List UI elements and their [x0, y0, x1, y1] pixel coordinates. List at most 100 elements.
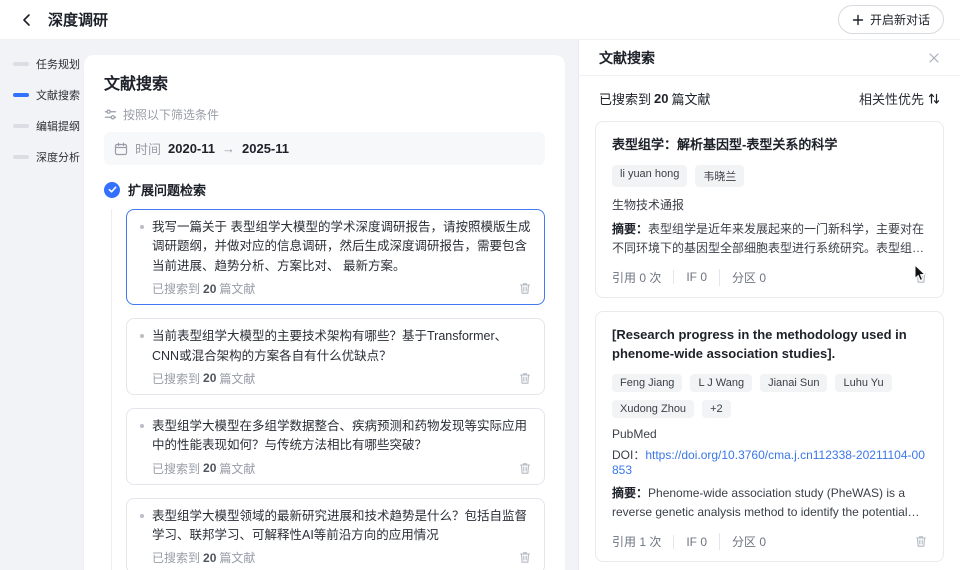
step-sidebar: 任务规划 文献搜索 编辑提纲 深度分析: [0, 40, 82, 570]
results-panel-header: 文献搜索: [579, 40, 960, 76]
filter-icon: [104, 108, 117, 121]
paper-stats: 引用 0 次 IF 0 分区 0: [612, 269, 927, 286]
step-task-planning[interactable]: 任务规划: [13, 56, 82, 72]
query-card[interactable]: 我写一篇关于 表型组学大模型的学术深度调研报告，请按照模版生成调研题纲，并做对应…: [126, 209, 545, 305]
query-text: 我写一篇关于 表型组学大模型的学术深度调研报告，请按照模版生成调研题纲，并做对应…: [152, 218, 531, 276]
query-text: 表型组学大模型领域的最新研究进展和技术趋势是什么？包括自监督学习、联邦学习、可解…: [152, 507, 531, 546]
query-text-row: 当前表型组学大模型的主要技术架构有哪些？基于Transformer、CNN或混合…: [140, 327, 531, 366]
expand-search-row: 扩展问题检索: [104, 180, 545, 199]
query-text-row: 我写一篇关于 表型组学大模型的学术深度调研报告，请按照模版生成调研题纲，并做对应…: [140, 218, 531, 276]
paper-stats: 引用 1 次 IF 0 分区 0: [612, 533, 927, 550]
step-literature-search[interactable]: 文献搜索: [13, 87, 82, 103]
delete-icon[interactable]: [915, 271, 927, 284]
new-chat-label: 开启新对话: [870, 11, 930, 28]
result-prefix: 已搜索到: [152, 370, 200, 387]
step-deep-analysis[interactable]: 深度分析: [13, 149, 82, 165]
paper-title: [Research progress in the methodology us…: [612, 325, 927, 364]
page-title: 深度调研: [48, 9, 108, 30]
partition-value: 分区 0: [719, 269, 778, 286]
result-count: 20: [203, 371, 216, 385]
query-text-row: 表型组学大模型领域的最新研究进展和技术趋势是什么？包括自监督学习、联邦学习、可解…: [140, 507, 531, 546]
delete-icon[interactable]: [519, 372, 531, 385]
close-icon[interactable]: [928, 52, 940, 64]
query-list: 我写一篇关于 表型组学大模型的学术深度调研报告，请按照模版生成调研题纲，并做对应…: [111, 209, 545, 570]
step-edit-outline[interactable]: 编辑提纲: [13, 118, 82, 134]
paper-abstract: 摘要：表型组学是近年来发展起来的一门新科学，主要对在不同环境下的基因型全部细胞表…: [612, 220, 927, 258]
doi-row: DOI：https://doi.org/10.3760/cma.j.cn1123…: [612, 446, 927, 477]
back-icon: [20, 13, 34, 27]
query-footer: 已搜索到 20 篇文献: [140, 549, 531, 566]
bullet-icon: [140, 514, 144, 518]
query-footer: 已搜索到 20 篇文献: [140, 460, 531, 477]
citation-count: 引用 0 次: [612, 269, 673, 286]
step-indicator-active: [13, 93, 29, 97]
query-text: 表型组学大模型在多组学数据整合、疾病预测和药物发现等实际应用中的性能表现如何？与…: [152, 417, 531, 456]
time-filter[interactable]: 时间 2020-11 → 2025-11: [104, 132, 545, 165]
bullet-icon: [140, 225, 144, 229]
abstract-label: 摘要：: [612, 222, 648, 236]
time-start-value: 2020-11: [168, 141, 215, 156]
impact-factor: IF 0: [673, 535, 719, 549]
delete-icon[interactable]: [519, 462, 531, 475]
delete-icon[interactable]: [519, 282, 531, 295]
step-indicator: [13, 124, 29, 128]
paper-source: 生物技术通报: [612, 196, 927, 213]
query-footer: 已搜索到 20 篇文献: [140, 370, 531, 387]
delete-icon[interactable]: [519, 551, 531, 564]
partition-value: 分区 0: [719, 533, 778, 550]
result-count: 20: [203, 282, 216, 296]
filter-hint-row: 按照以下筛选条件: [104, 106, 545, 123]
paper-card[interactable]: [Research progress in the methodology us…: [595, 311, 944, 562]
results-panel: 文献搜索 已搜索到 20 篇文献 相关性优先 表型组学：解析基因型-表型关系的科…: [578, 40, 960, 570]
author-tag: Jianai Sun: [760, 374, 827, 392]
doi-label: DOI：: [612, 448, 645, 462]
query-card[interactable]: 表型组学大模型在多组学数据整合、疾病预测和药物发现等实际应用中的性能表现如何？与…: [126, 408, 545, 485]
step-label: 深度分析: [36, 149, 80, 165]
delete-icon[interactable]: [915, 535, 927, 548]
topbar: 深度调研 开启新对话: [0, 0, 960, 40]
result-count: 20: [203, 551, 216, 565]
time-filter-label: 时间: [135, 139, 161, 158]
paper-list: 表型组学：解析基因型-表型关系的科学 li yuan hong 韦晓兰 生物技术…: [579, 119, 960, 570]
more-authors-tag[interactable]: +2: [702, 400, 731, 418]
impact-factor: IF 0: [673, 270, 719, 284]
result-prefix: 已搜索到: [152, 460, 200, 477]
result-prefix: 已搜索到: [152, 549, 200, 566]
result-suffix: 篇文献: [219, 370, 255, 387]
result-prefix: 已搜索到: [152, 280, 200, 297]
time-end-value: 2025-11: [242, 141, 289, 156]
author-tag: Feng Jiang: [612, 374, 682, 392]
results-count-prefix: 已搜索到: [599, 89, 651, 108]
calendar-icon: [114, 142, 128, 156]
paper-abstract: 摘要：Phenome-wide association study (PheWA…: [612, 484, 927, 522]
sort-control[interactable]: 相关性优先: [859, 89, 940, 108]
checked-checkbox-icon[interactable]: [104, 182, 120, 198]
abstract-label: 摘要：: [612, 486, 648, 500]
abstract-text: 表型组学是近年来发展起来的一门新科学，主要对在不同环境下的基因型全部细胞表型进行…: [612, 222, 924, 258]
time-range-arrow: →: [222, 141, 235, 156]
back-button[interactable]: [16, 9, 38, 31]
doi-link[interactable]: https://doi.org/10.3760/cma.j.cn112338-2…: [612, 448, 925, 477]
new-chat-button[interactable]: 开启新对话: [838, 5, 944, 34]
query-card[interactable]: 当前表型组学大模型的主要技术架构有哪些？基于Transformer、CNN或混合…: [126, 318, 545, 395]
abstract-text: Phenome-wide association study (PheWAS) …: [612, 486, 920, 522]
author-tags: Feng Jiang L J Wang Jianai Sun Luhu Yu X…: [612, 374, 927, 418]
query-footer: 已搜索到 20 篇文献: [140, 280, 531, 297]
query-text: 当前表型组学大模型的主要技术架构有哪些？基于Transformer、CNN或混合…: [152, 327, 531, 366]
results-count-suffix: 篇文献: [671, 89, 710, 108]
result-suffix: 篇文献: [219, 280, 255, 297]
step-indicator: [13, 62, 29, 66]
expand-search-label: 扩展问题检索: [128, 180, 206, 199]
step-label: 编辑提纲: [36, 118, 80, 134]
plus-icon: [852, 14, 864, 26]
literature-search-section: 文献搜索 按照以下筛选条件 时间 2020-11 → 2025-11 扩展问题检…: [84, 55, 565, 570]
paper-card[interactable]: 表型组学：解析基因型-表型关系的科学 li yuan hong 韦晓兰 生物技术…: [595, 121, 944, 298]
bullet-icon: [140, 424, 144, 428]
author-tag: 韦晓兰: [695, 165, 744, 187]
query-text-row: 表型组学大模型在多组学数据整合、疾病预测和药物发现等实际应用中的性能表现如何？与…: [140, 417, 531, 456]
query-card[interactable]: 表型组学大模型领域的最新研究进展和技术趋势是什么？包括自监督学习、联邦学习、可解…: [126, 498, 545, 570]
result-suffix: 篇文献: [219, 549, 255, 566]
result-suffix: 篇文献: [219, 460, 255, 477]
step-indicator: [13, 155, 29, 159]
bullet-icon: [140, 334, 144, 338]
